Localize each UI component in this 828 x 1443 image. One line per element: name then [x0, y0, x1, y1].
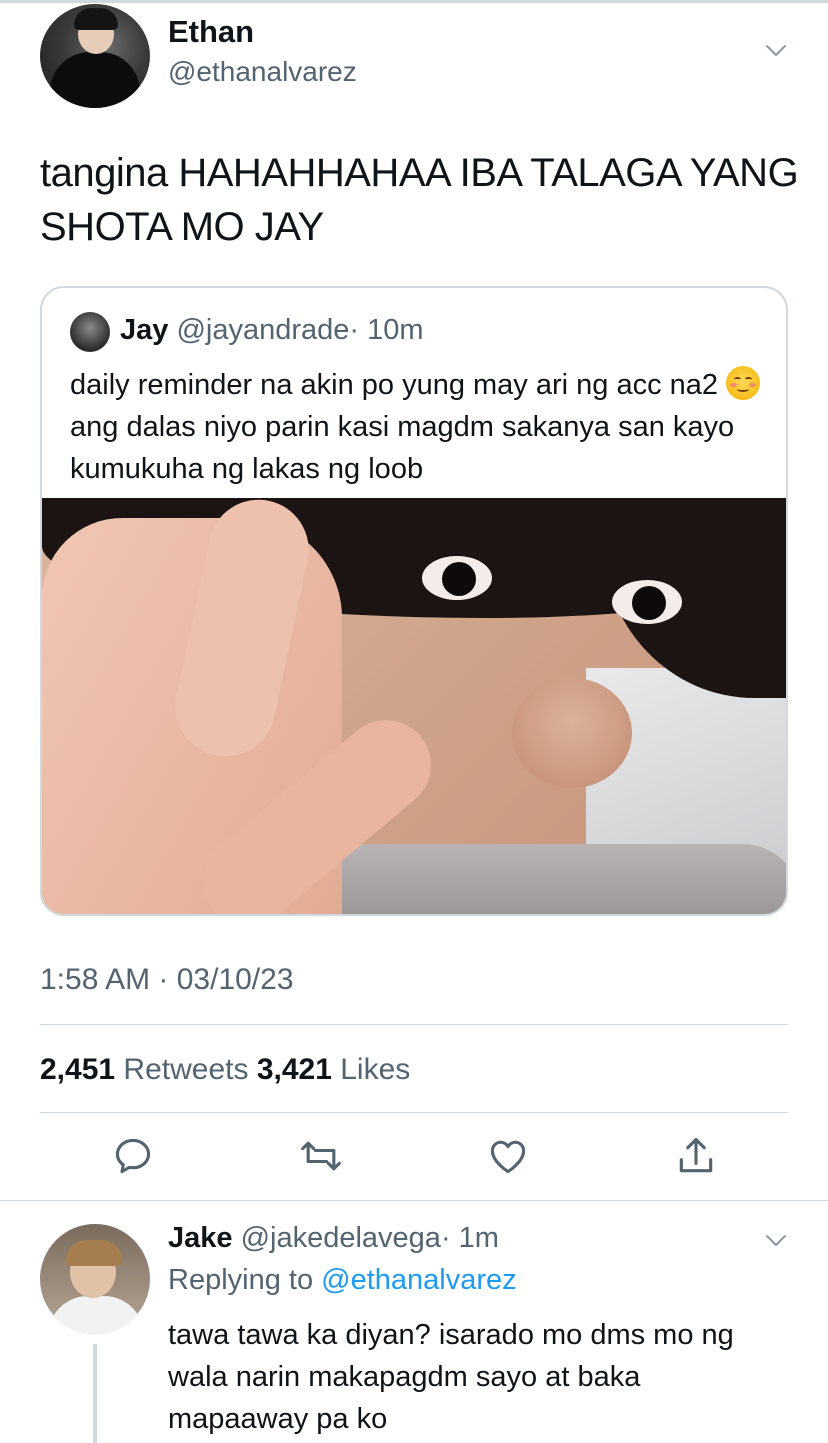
quoted-text-part2: ang dalas niyo parin kasi magdm sakanya …: [70, 411, 735, 485]
retweets-count[interactable]: 2,451: [40, 1053, 115, 1086]
author-display-name[interactable]: Ethan: [168, 14, 254, 50]
replying-to: Replying to @ethanalvarez: [168, 1264, 517, 1297]
quoted-author-handle: @jayandrade: [176, 314, 350, 346]
retweet-icon[interactable]: [299, 1134, 343, 1178]
quoted-tweet-photo[interactable]: [42, 498, 786, 914]
retweets-label[interactable]: Retweets: [123, 1053, 248, 1086]
like-icon[interactable]: [486, 1134, 530, 1178]
reply-text: tawa tawa ka diyan? isarado mo dms mo ng…: [168, 1319, 734, 1435]
reply-chevron-down-icon[interactable]: [764, 1228, 788, 1252]
reply-author-name[interactable]: Jake: [168, 1222, 233, 1254]
tweet-text: tangina HAHAHHAHAA IBA TALAGA YANG SHOTA…: [40, 151, 799, 249]
likes-count[interactable]: 3,421: [257, 1053, 332, 1086]
reply-divider: [0, 1200, 828, 1201]
likes-label[interactable]: Likes: [340, 1053, 410, 1086]
smiling-face-emoji-icon: [726, 366, 761, 400]
thread-line: [93, 1344, 97, 1443]
quoted-tweet-card[interactable]: Jay @jayandrade· 10m daily reminder na a…: [40, 286, 788, 916]
stats-divider-bottom: [40, 1112, 788, 1113]
jake-avatar[interactable]: [40, 1224, 150, 1334]
quoted-tweet-header: Jay @jayandrade· 10m: [120, 314, 424, 347]
quoted-tweet-text: daily reminder na akin po yung may ari n…: [70, 364, 770, 490]
quoted-author-name: Jay: [120, 314, 169, 346]
author-handle[interactable]: @ethanalvarez: [168, 56, 357, 88]
share-icon[interactable]: [674, 1134, 718, 1178]
quoted-time: · 10m: [349, 314, 424, 346]
jay-avatar: [70, 312, 110, 352]
reply-icon[interactable]: [111, 1134, 155, 1178]
reply-header: Jake @jakedelavega· 1m: [168, 1222, 499, 1255]
tweet-timestamp: 1:58 AM · 03/10/23: [40, 963, 294, 996]
reply-author-handle[interactable]: @jakedelavega: [241, 1222, 441, 1254]
replying-to-prefix: Replying to: [168, 1264, 314, 1296]
engagement-stats: 2,451 Retweets 3,421 Likes: [40, 1053, 410, 1087]
top-divider: [0, 0, 828, 3]
chevron-down-icon[interactable]: [764, 38, 788, 62]
quoted-text-part1: daily reminder na akin po yung may ari n…: [70, 369, 719, 401]
replying-to-mention[interactable]: @ethanalvarez: [321, 1264, 517, 1296]
reply-time: · 1m: [440, 1222, 499, 1254]
stats-divider-top: [40, 1024, 788, 1025]
ethan-avatar[interactable]: [40, 4, 150, 108]
